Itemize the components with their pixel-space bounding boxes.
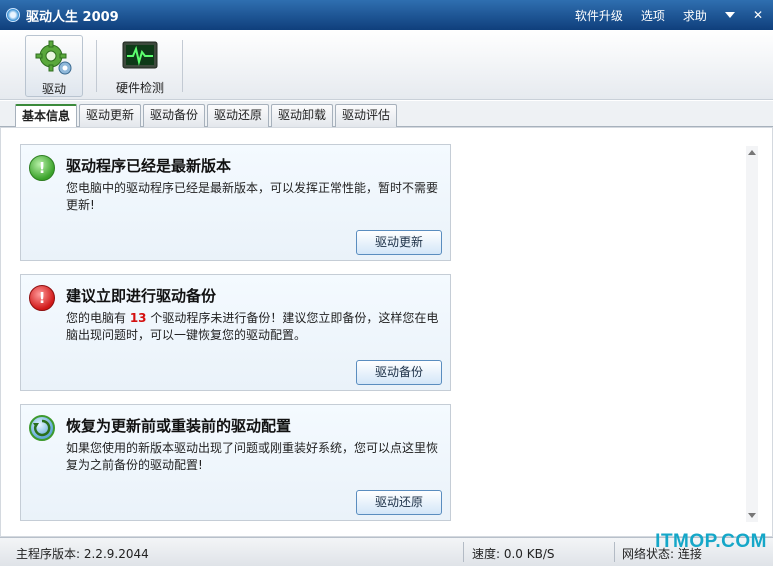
upgrade-menu[interactable]: 软件升级 — [575, 7, 623, 24]
monitor-pulse-icon — [120, 38, 160, 76]
restore-icon — [29, 415, 55, 441]
card-title: 恢复为更新前或重装前的驱动配置 — [66, 417, 292, 435]
unbacked-driver-count: 13 — [129, 311, 147, 325]
status-divider — [614, 542, 615, 562]
tab-driver-backup[interactable]: 驱动备份 — [143, 104, 206, 127]
program-version: 主程序版本: 2.2.9.2044 — [16, 547, 149, 561]
tab-driver-uninstall[interactable]: 驱动卸载 — [271, 104, 334, 127]
help-menu[interactable]: 求助 — [683, 7, 707, 24]
driver-tool-button[interactable]: 驱动 — [25, 35, 83, 97]
driver-tool-label: 驱动 — [41, 82, 66, 96]
vertical-scrollbar[interactable] — [746, 146, 758, 522]
tab-driver-restore[interactable]: 驱动还原 — [207, 104, 270, 127]
card-backup-suggestion: ! 建议立即进行驱动备份 您的电脑有 13 个驱动程序未进行备份！建议您立即备份… — [20, 274, 451, 391]
card-description: 您的电脑有 13 个驱动程序未进行备份！建议您立即备份，这样您在电脑出现问题时，… — [66, 311, 439, 342]
download-speed: 速度: 0.0 KB/S — [472, 547, 555, 561]
toolbar-divider — [96, 40, 97, 92]
main-toolbar: 驱动 硬件检测 — [0, 30, 773, 100]
minimize-icon[interactable] — [724, 12, 735, 18]
app-logo-icon — [6, 8, 20, 22]
card-title: 建议立即进行驱动备份 — [66, 287, 217, 305]
card-description: 如果您使用的新版本驱动出现了问题或刚重装好系统，您可以点这里恢复为之前备份的驱动… — [66, 441, 439, 472]
driver-update-button[interactable]: 驱动更新 — [356, 230, 442, 255]
tab-driver-update[interactable]: 驱动更新 — [79, 104, 142, 127]
check-status-icon: ! — [29, 155, 55, 181]
close-icon[interactable]: ✕ — [753, 9, 763, 21]
options-menu[interactable]: 选项 — [641, 7, 665, 24]
scroll-up-icon[interactable] — [748, 150, 756, 155]
gear-icon — [34, 39, 74, 77]
warning-icon: ! — [29, 285, 55, 311]
tab-basic-info[interactable]: 基本信息 — [15, 104, 78, 128]
card-restore-config: 恢复为更新前或重装前的驱动配置 如果您使用的新版本驱动出现了问题或刚重装好系统，… — [20, 404, 451, 521]
content-panel: ! 驱动程序已经是最新版本 您电脑中的驱动程序已经是最新版本，可以发挥正常性能，… — [0, 127, 773, 537]
driver-backup-button[interactable]: 驱动备份 — [356, 360, 442, 385]
title-menu: 软件升级 选项 求助 ✕ — [557, 0, 763, 30]
status-divider — [463, 542, 464, 562]
tab-driver-evaluate[interactable]: 驱动评估 — [335, 104, 398, 127]
title-bar: 驱动人生 2009 软件升级 选项 求助 ✕ — [0, 0, 773, 30]
driver-restore-button[interactable]: 驱动还原 — [356, 490, 442, 515]
card-description: 您电脑中的驱动程序已经是最新版本，可以发挥正常性能，暂时不需要更新! — [66, 181, 439, 212]
site-watermark: ITMOP.COM — [655, 531, 767, 552]
toolbar-divider — [182, 40, 183, 92]
hardware-check-label: 硬件检测 — [115, 81, 164, 95]
scroll-down-icon[interactable] — [748, 513, 756, 518]
window-title: 驱动人生 2009 — [26, 9, 119, 25]
tab-bar: 基本信息 驱动更新 驱动备份 驱动还原 驱动卸载 驱动评估 — [0, 101, 773, 128]
card-driver-up-to-date: ! 驱动程序已经是最新版本 您电脑中的驱动程序已经是最新版本，可以发挥正常性能，… — [20, 144, 451, 261]
hardware-check-tool-button[interactable]: 硬件检测 — [111, 35, 169, 97]
card-title: 驱动程序已经是最新版本 — [66, 157, 232, 175]
